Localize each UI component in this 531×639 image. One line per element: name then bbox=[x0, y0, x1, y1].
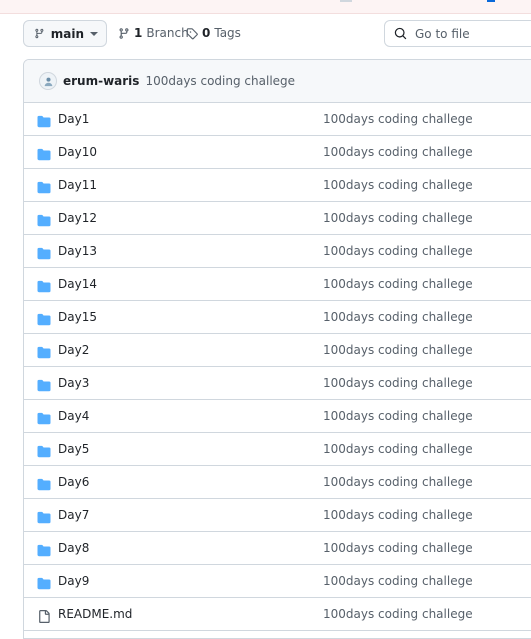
banner-mark bbox=[340, 0, 352, 2]
commit-message-link[interactable]: 100days coding challege bbox=[323, 574, 473, 588]
commit-author[interactable]: erum-waris bbox=[63, 74, 139, 88]
file-name-link[interactable]: Day12 bbox=[58, 211, 97, 225]
chevron-down-icon bbox=[90, 31, 98, 36]
file-name-link[interactable]: Day11 bbox=[58, 178, 97, 192]
tags-link[interactable]: 0 Tags bbox=[186, 26, 241, 40]
banner-mark bbox=[487, 0, 495, 2]
file-name-link[interactable]: Day13 bbox=[58, 244, 97, 258]
commit-message-link[interactable]: 100days coding challege bbox=[323, 376, 473, 390]
commit-message-link[interactable]: 100days coding challege bbox=[323, 409, 473, 423]
search-icon bbox=[394, 27, 407, 40]
commit-message[interactable]: 100days coding challege bbox=[145, 74, 295, 88]
commit-message-link[interactable]: 100days coding challege bbox=[323, 607, 473, 621]
commit-message-link[interactable]: 100days coding challege bbox=[323, 475, 473, 489]
commit-message-link[interactable]: 100days coding challege bbox=[323, 508, 473, 522]
folder-icon bbox=[37, 212, 51, 227]
table-row[interactable]: Day1 100days coding challege bbox=[24, 103, 531, 136]
table-row[interactable]: Day2 100days coding challege bbox=[24, 334, 531, 367]
commit-message-link[interactable]: 100days coding challege bbox=[323, 343, 473, 357]
table-row[interactable]: Day11 100days coding challege bbox=[24, 169, 531, 202]
table-row[interactable]: Day7 100days coding challege bbox=[24, 499, 531, 532]
go-to-file-search[interactable] bbox=[384, 20, 531, 47]
user-avatar-icon bbox=[44, 77, 52, 86]
commit-message-link[interactable]: 100days coding challege bbox=[323, 145, 473, 159]
git-branch-icon bbox=[119, 27, 129, 39]
file-name-link[interactable]: Day9 bbox=[58, 574, 89, 588]
table-row[interactable]: Day8 100days coding challege bbox=[24, 532, 531, 565]
table-row[interactable]: README.md 100days coding challege bbox=[24, 598, 531, 631]
file-icon bbox=[37, 608, 51, 623]
commit-message-link[interactable]: 100days coding challege bbox=[323, 442, 473, 456]
branches-count: 1 bbox=[134, 26, 143, 40]
file-name-link[interactable]: Day4 bbox=[58, 409, 89, 423]
file-name-link[interactable]: Day10 bbox=[58, 145, 97, 159]
tags-count: 0 bbox=[202, 26, 211, 40]
commit-message-link[interactable]: 100days coding challege bbox=[323, 277, 473, 291]
branch-select-button[interactable]: main bbox=[23, 20, 107, 47]
table-row[interactable]: Day13 100days coding challege bbox=[24, 235, 531, 268]
file-table: erum-waris 100days coding challege Day1 1… bbox=[23, 59, 531, 639]
file-name-link[interactable]: Day5 bbox=[58, 442, 89, 456]
table-row[interactable]: Day12 100days coding challege bbox=[24, 202, 531, 235]
table-row[interactable]: Day3 100days coding challege bbox=[24, 367, 531, 400]
folder-icon bbox=[37, 410, 51, 425]
latest-commit-bar: erum-waris 100days coding challege bbox=[24, 60, 531, 103]
folder-icon bbox=[37, 344, 51, 359]
folder-icon bbox=[37, 575, 51, 590]
commit-message-link[interactable]: 100days coding challege bbox=[323, 541, 473, 555]
branches-link[interactable]: 1 Branch bbox=[118, 26, 189, 40]
file-name-link[interactable]: Day7 bbox=[58, 508, 89, 522]
table-row[interactable]: Day15 100days coding challege bbox=[24, 301, 531, 334]
folder-icon bbox=[37, 311, 51, 326]
commit-message-link[interactable]: 100days coding challege bbox=[323, 211, 473, 225]
file-name-link[interactable]: Day3 bbox=[58, 376, 89, 390]
tag-icon bbox=[186, 27, 198, 39]
file-name-link[interactable]: Day1 bbox=[58, 112, 89, 126]
file-name-link[interactable]: Day14 bbox=[58, 277, 97, 291]
git-branch-icon bbox=[35, 28, 44, 39]
branch-name: main bbox=[50, 26, 84, 41]
folder-icon bbox=[37, 113, 51, 128]
folder-icon bbox=[37, 146, 51, 161]
folder-icon bbox=[37, 179, 51, 194]
commit-message-link[interactable]: 100days coding challege bbox=[323, 244, 473, 258]
avatar[interactable] bbox=[39, 72, 57, 90]
commit-message-link[interactable]: 100days coding challege bbox=[323, 178, 473, 192]
folder-icon bbox=[37, 476, 51, 491]
file-name-link[interactable]: README.md bbox=[58, 607, 132, 621]
table-row[interactable]: Day6 100days coding challege bbox=[24, 466, 531, 499]
table-row[interactable]: Day5 100days coding challege bbox=[24, 433, 531, 466]
file-name-link[interactable]: Day2 bbox=[58, 343, 89, 357]
tags-label: Tags bbox=[214, 26, 241, 40]
table-row[interactable]: Day14 100days coding challege bbox=[24, 268, 531, 301]
commit-message-link[interactable]: 100days coding challege bbox=[323, 112, 473, 126]
search-input[interactable] bbox=[415, 26, 525, 41]
file-name-link[interactable]: Day15 bbox=[58, 310, 97, 324]
folder-icon bbox=[37, 542, 51, 557]
table-row[interactable]: Day4 100days coding challege bbox=[24, 400, 531, 433]
table-row[interactable]: Day10 100days coding challege bbox=[24, 136, 531, 169]
folder-icon bbox=[37, 509, 51, 524]
folder-icon bbox=[37, 377, 51, 392]
file-name-link[interactable]: Day8 bbox=[58, 541, 89, 555]
folder-icon bbox=[37, 443, 51, 458]
folder-icon bbox=[37, 245, 51, 260]
file-name-link[interactable]: Day6 bbox=[58, 475, 89, 489]
top-banner-strip bbox=[0, 0, 531, 14]
folder-icon bbox=[37, 278, 51, 293]
commit-message-link[interactable]: 100days coding challege bbox=[323, 310, 473, 324]
branches-label: Branch bbox=[146, 26, 189, 40]
file-list: Day1 100days coding challege Day10 100days … bbox=[24, 103, 531, 631]
table-row[interactable]: Day9 100days coding challege bbox=[24, 565, 531, 598]
